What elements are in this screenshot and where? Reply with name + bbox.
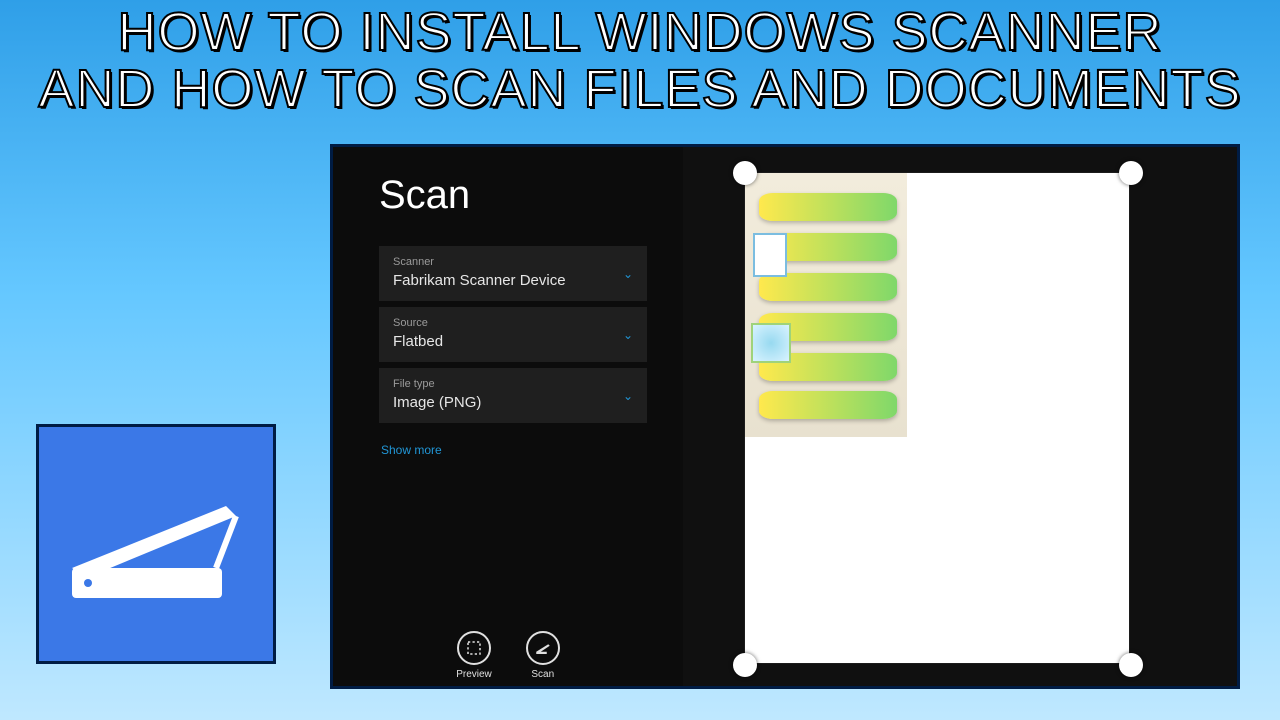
action-bar: Preview Scan bbox=[333, 631, 683, 680]
filetype-label: File type bbox=[393, 378, 633, 390]
crop-handle-bottom-right[interactable] bbox=[1119, 653, 1143, 677]
scanner-dropdown[interactable]: Scanner Fabrikam Scanner Device ⌄ bbox=[379, 246, 647, 301]
filetype-dropdown[interactable]: File type Image (PNG) ⌄ bbox=[379, 368, 647, 423]
chevron-down-icon: ⌄ bbox=[623, 328, 633, 342]
source-label: Source bbox=[393, 317, 633, 329]
tutorial-headline: HOW TO INSTALL WINDOWS SCANNER AND HOW T… bbox=[0, 4, 1280, 117]
scanned-page[interactable] bbox=[745, 173, 1129, 663]
scan-app-window: Scan Scanner Fabrikam Scanner Device ⌄ S… bbox=[330, 144, 1240, 689]
chevron-down-icon: ⌄ bbox=[623, 389, 633, 403]
source-dropdown[interactable]: Source Flatbed ⌄ bbox=[379, 307, 647, 362]
scanned-image-content bbox=[745, 173, 907, 437]
scan-button[interactable]: Scan bbox=[526, 631, 560, 680]
app-title: Scan bbox=[379, 173, 647, 218]
scan-preview-area bbox=[683, 147, 1237, 686]
preview-button[interactable]: Preview bbox=[456, 631, 492, 680]
scanner-label: Scanner bbox=[393, 256, 633, 268]
preview-button-label: Preview bbox=[456, 669, 492, 680]
scanner-app-tile bbox=[36, 424, 276, 664]
crop-handle-top-right[interactable] bbox=[1119, 161, 1143, 185]
chevron-down-icon: ⌄ bbox=[623, 267, 633, 281]
show-more-link[interactable]: Show more bbox=[381, 443, 442, 457]
crop-handle-bottom-left[interactable] bbox=[733, 653, 757, 677]
filetype-value: Image (PNG) bbox=[393, 394, 633, 411]
scanner-icon bbox=[66, 472, 246, 617]
scanner-value: Fabrikam Scanner Device bbox=[393, 272, 633, 289]
source-value: Flatbed bbox=[393, 333, 633, 350]
scan-sidebar: Scan Scanner Fabrikam Scanner Device ⌄ S… bbox=[333, 147, 683, 686]
scan-button-label: Scan bbox=[531, 669, 554, 680]
crop-handle-top-left[interactable] bbox=[733, 161, 757, 185]
preview-icon bbox=[457, 631, 491, 665]
scan-icon bbox=[526, 631, 560, 665]
